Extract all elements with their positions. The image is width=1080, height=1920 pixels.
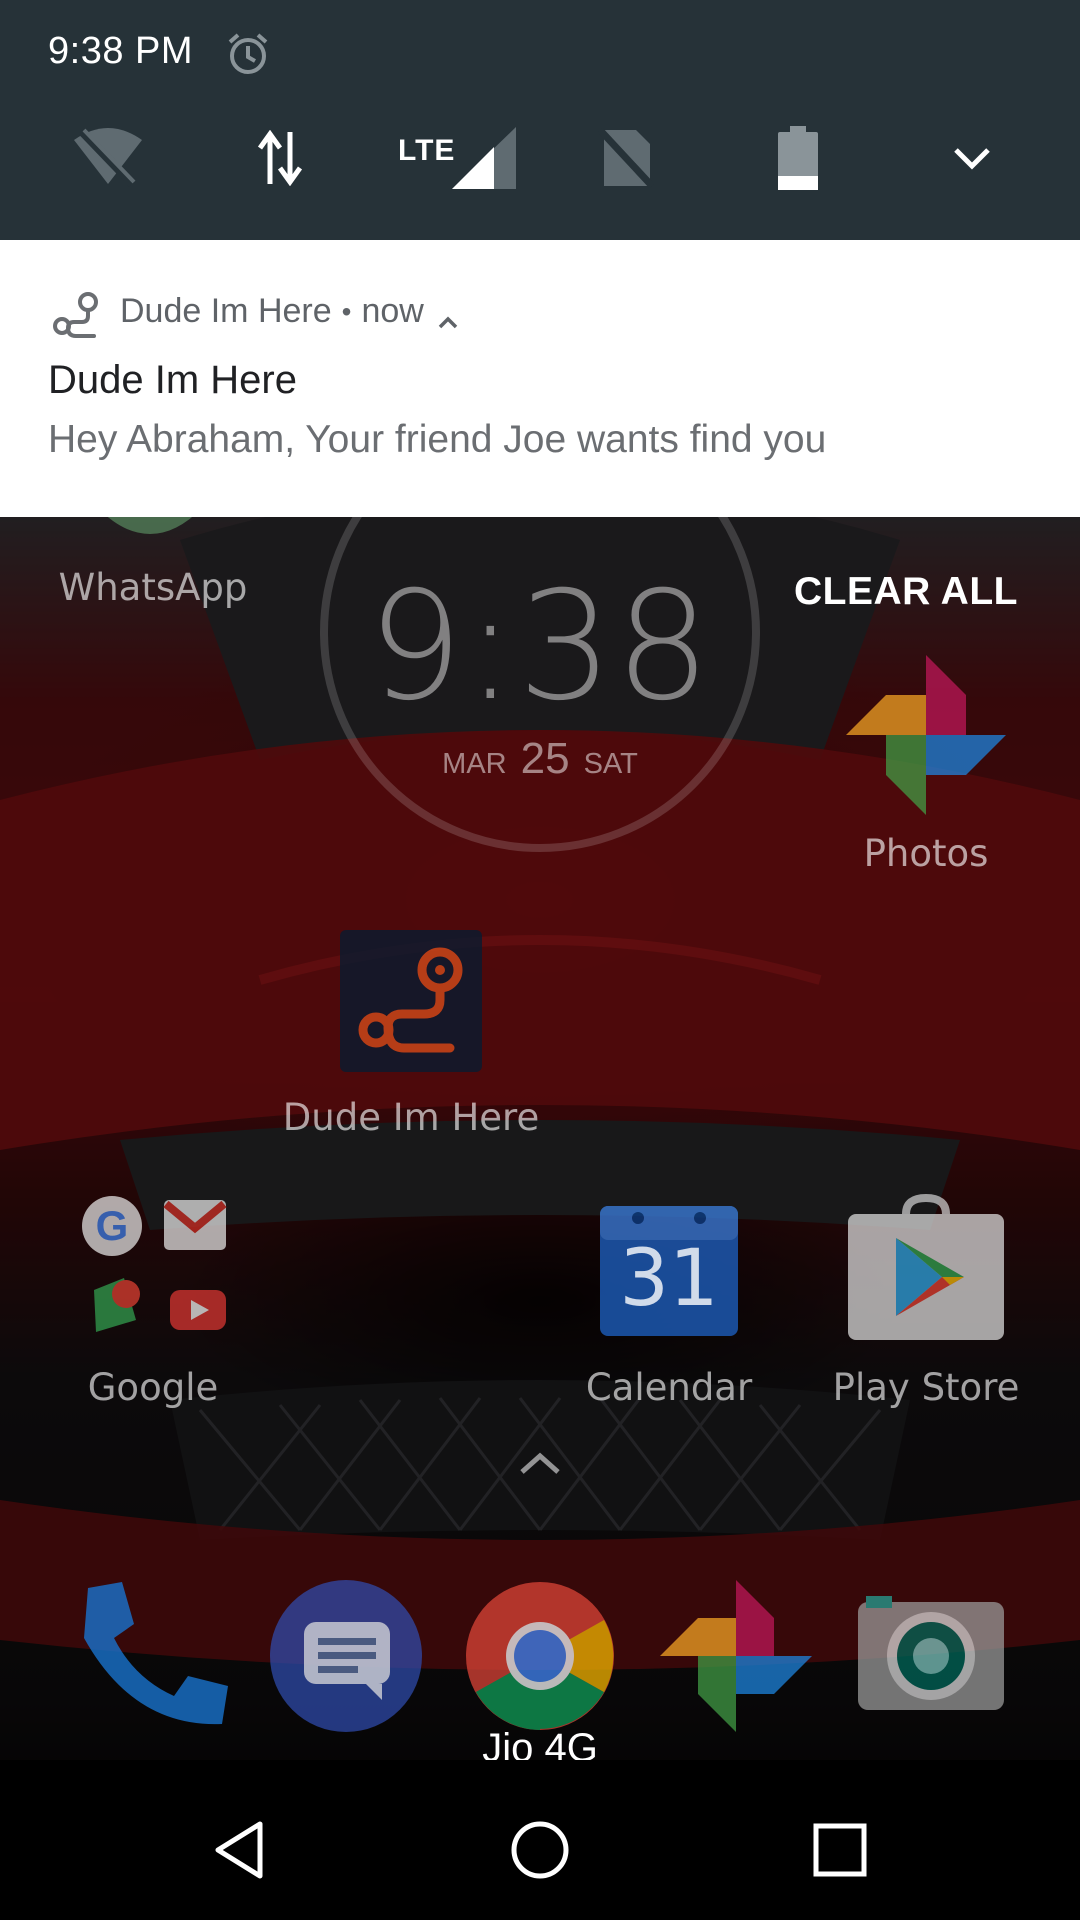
notification-card[interactable]: Dude Im Here • now Dude Im Here Hey Abra… xyxy=(0,240,1080,517)
play-store-app-icon[interactable] xyxy=(846,1192,1006,1342)
recents-square-icon xyxy=(813,1823,867,1877)
calendar-app-icon[interactable]: 31 xyxy=(598,1198,740,1340)
photos-label: Photos xyxy=(863,832,989,875)
clock-widget-date: MAR 25 SAT xyxy=(442,734,638,784)
phone-app-icon[interactable] xyxy=(74,1578,230,1734)
notification-header: Dude Im Here • now xyxy=(120,292,462,331)
calendar-label: Calendar xyxy=(585,1366,753,1409)
clock-month: MAR xyxy=(442,748,507,780)
clock-weekday: SAT xyxy=(583,748,638,780)
svg-text:G: G xyxy=(96,1202,129,1249)
clear-all-button[interactable]: CLEAR ALL xyxy=(794,570,1018,614)
lte-label: LTE xyxy=(398,134,456,167)
dude-im-here-app-icon[interactable] xyxy=(340,930,482,1072)
recents-button[interactable] xyxy=(800,1810,880,1890)
photos-dock-icon[interactable] xyxy=(660,1580,812,1732)
notification-time: now xyxy=(361,292,424,330)
home-circle-icon xyxy=(511,1821,569,1879)
notification-separator: • xyxy=(341,295,352,327)
google-folder-label: Google xyxy=(87,1366,219,1409)
data-transfer-icon[interactable] xyxy=(240,126,320,190)
google-folder-icon[interactable]: G xyxy=(74,1190,234,1350)
play-store-label: Play Store xyxy=(832,1366,1020,1409)
no-sim-icon[interactable] xyxy=(586,126,666,190)
notification-app-name: Dude Im Here xyxy=(120,292,332,330)
app-drawer-chevron-icon[interactable] xyxy=(516,1448,564,1478)
wifi-off-icon[interactable] xyxy=(68,126,148,190)
route-pin-icon xyxy=(48,286,104,342)
back-button[interactable] xyxy=(200,1810,280,1890)
collapse-chevron-icon[interactable] xyxy=(434,302,462,328)
back-triangle-icon xyxy=(215,1821,263,1879)
notification-title: Dude Im Here xyxy=(48,358,297,402)
notification-text: Hey Abraham, Your friend Joe wants find … xyxy=(48,418,827,461)
home-button[interactable] xyxy=(500,1810,580,1890)
whatsapp-label: WhatsApp xyxy=(58,566,248,609)
status-time: 9:38 PM xyxy=(48,30,194,72)
messages-app-icon[interactable] xyxy=(270,1580,422,1732)
lte-signal-icon[interactable] xyxy=(448,126,520,190)
clock-widget-time: 9:38 xyxy=(367,560,713,734)
route-pin-icon xyxy=(358,947,463,1053)
chrome-app-icon[interactable] xyxy=(464,1580,616,1732)
battery-icon[interactable] xyxy=(758,126,838,190)
quick-settings-bar: 9:38 PM LTE xyxy=(0,0,1080,240)
photos-app-icon[interactable] xyxy=(846,655,1006,815)
dude-im-here-label: Dude Im Here xyxy=(282,1096,540,1139)
alarm-icon xyxy=(226,32,270,76)
camera-app-icon[interactable] xyxy=(856,1596,1006,1712)
expand-chevron-icon[interactable] xyxy=(932,126,1012,190)
calendar-date: 31 xyxy=(619,1234,719,1324)
clock-day: 25 xyxy=(520,734,570,783)
